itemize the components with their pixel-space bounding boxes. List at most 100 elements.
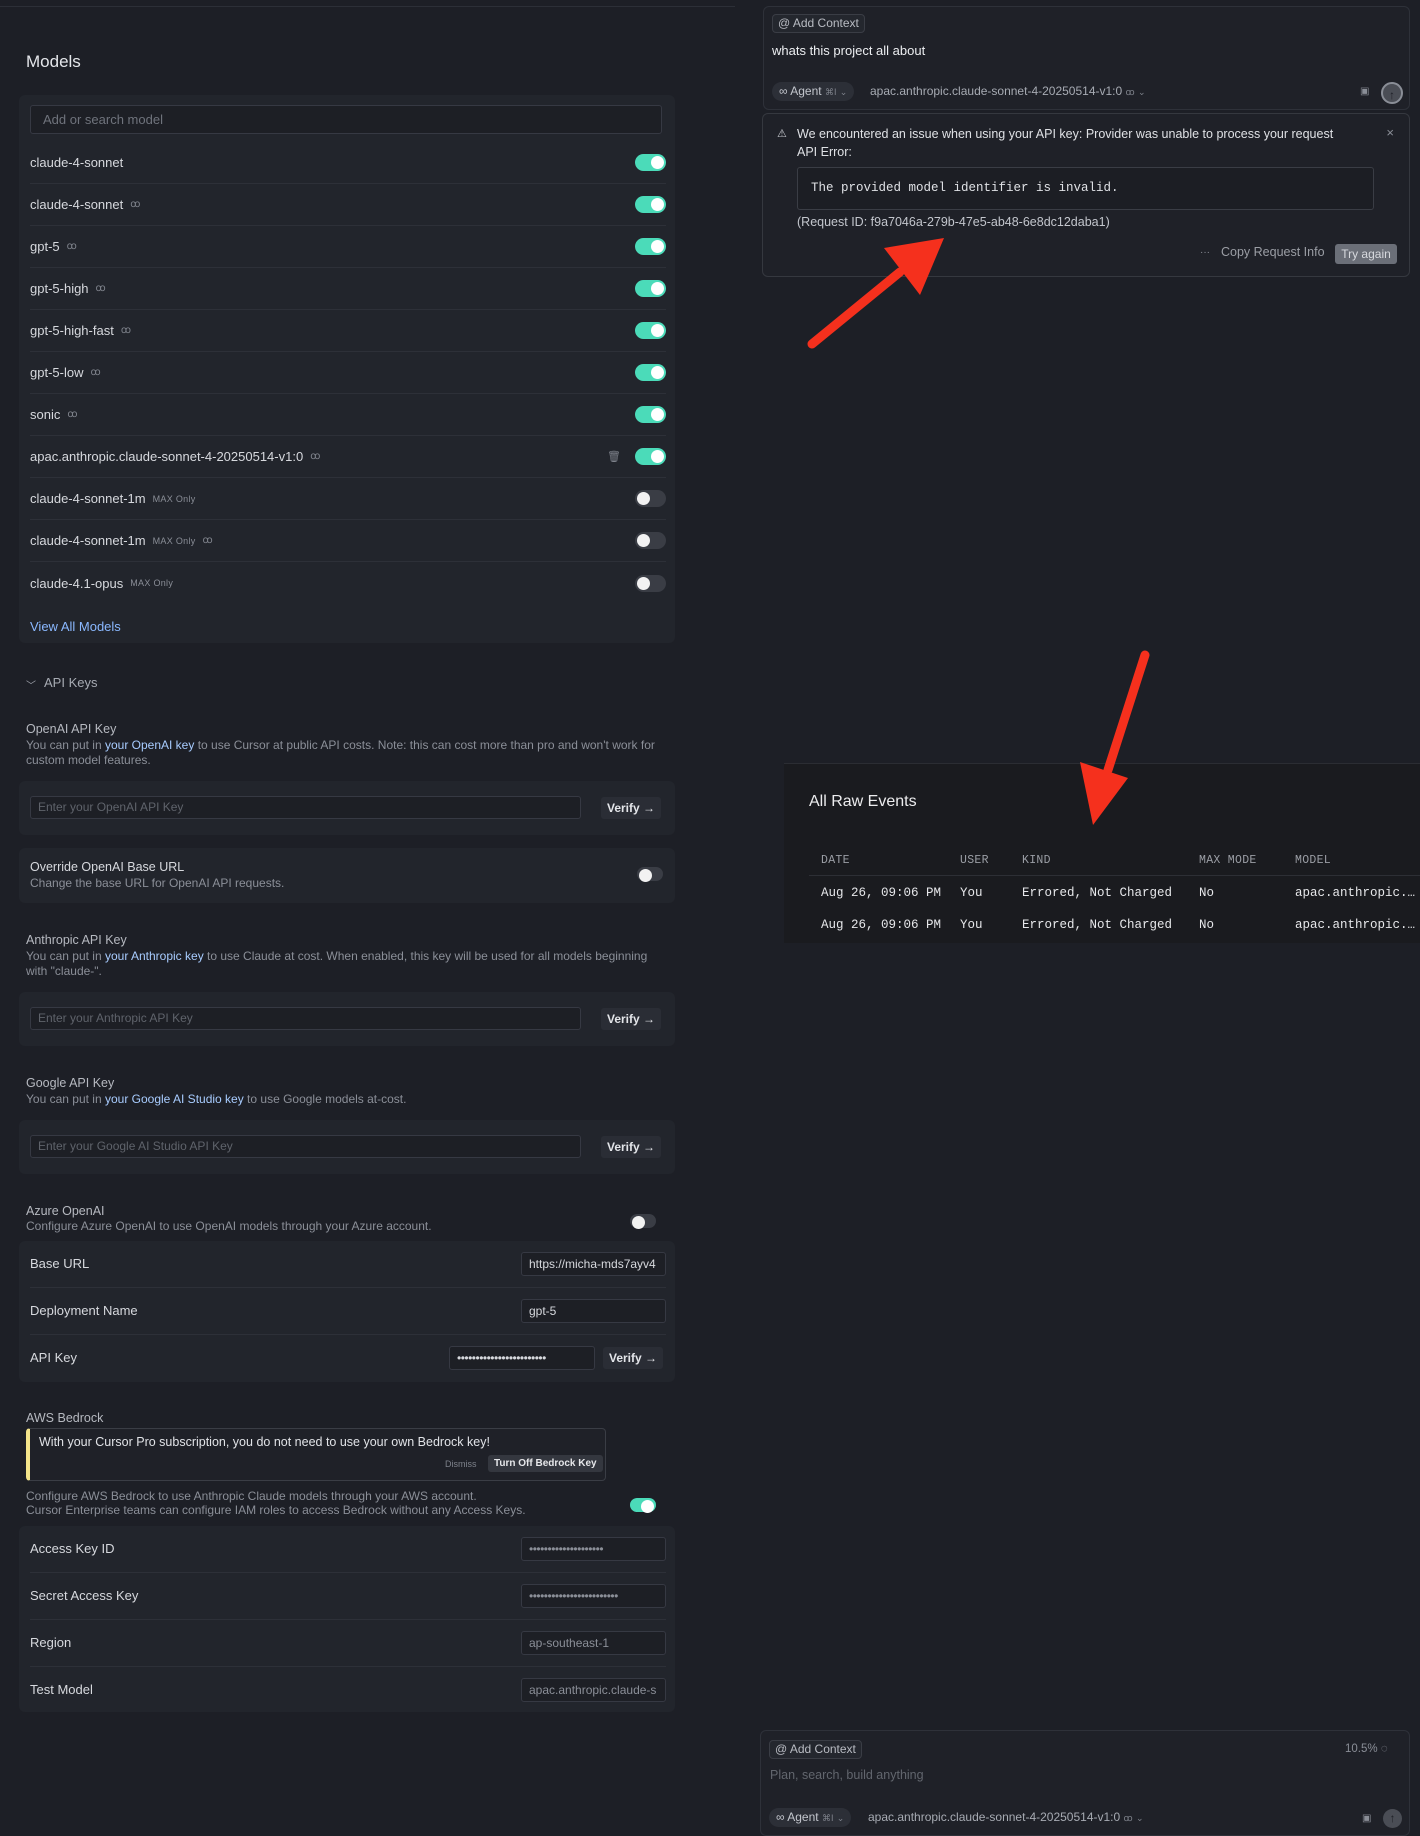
model-toggle[interactable] — [635, 574, 666, 592]
image-icon[interactable]: ▣ — [1362, 1813, 1371, 1824]
send-button[interactable]: ↑ — [1383, 1809, 1402, 1828]
cell-date: Aug 26, 09:06 PM — [821, 918, 942, 932]
azure-toggle[interactable] — [630, 1214, 656, 1229]
google-key-link[interactable]: your Google AI Studio key — [105, 1092, 244, 1106]
model-toggle[interactable] — [635, 490, 666, 507]
close-icon[interactable]: × — [1386, 125, 1394, 140]
model-row[interactable]: claude-4-sonnet ꝏ — [30, 184, 666, 226]
model-search-input[interactable]: Add or search model — [30, 105, 662, 134]
region-label: Region — [30, 1635, 72, 1650]
override-base-url-title: Override OpenAI Base URL — [30, 860, 185, 874]
model-toggle[interactable] — [635, 532, 666, 549]
brain-icon: ꝏ — [310, 451, 321, 462]
model-name: sonic — [30, 407, 61, 422]
api-keys-section-label[interactable]: API Keys — [44, 675, 97, 690]
anthropic-key-desc: You can put in your Anthropic key to use… — [26, 949, 648, 978]
model-toggle[interactable] — [635, 238, 666, 255]
warning-icon: ⚠ — [777, 128, 787, 140]
openai-key-input[interactable]: Enter your OpenAI API Key — [30, 796, 581, 819]
agent-shortcut: ⌘I — [821, 1813, 834, 1823]
model-row[interactable]: gpt-5 ꝏ — [30, 226, 666, 268]
test-model-input[interactable]: apac.anthropic.claude-s — [521, 1678, 666, 1702]
brain-icon: ꝏ — [1123, 1813, 1133, 1823]
azure-api-key-input[interactable]: •••••••••••••••••••••••• — [449, 1346, 595, 1370]
chat-input-placeholder[interactable]: Plan, search, build anything — [770, 1768, 924, 1782]
test-model-row: Test Model apac.anthropic.claude-s — [30, 1667, 666, 1714]
override-base-url-card: Override OpenAI Base URL Change the base… — [19, 848, 675, 903]
context-usage-value: 10.5% — [1345, 1743, 1378, 1755]
col-max-mode: MAX MODE — [1199, 854, 1257, 867]
model-toggle[interactable] — [635, 448, 666, 465]
cell-user: You — [960, 918, 983, 932]
model-row[interactable]: sonic ꝏ — [30, 394, 666, 436]
bedrock-notice: With your Cursor Pro subscription, you d… — [26, 1428, 606, 1481]
error-api-label: API Error: — [797, 145, 852, 159]
model-row[interactable]: claude-4-sonnet-1m MAX Only ꝏ — [30, 520, 666, 562]
bedrock-desc-2: Cursor Enterprise teams can configure IA… — [26, 1503, 526, 1517]
google-verify-button[interactable]: Verify → — [601, 1136, 661, 1158]
try-again-button[interactable]: Try again — [1335, 244, 1397, 264]
turn-off-bedrock-button[interactable]: Turn Off Bedrock Key — [488, 1455, 603, 1472]
anthropic-key-input[interactable]: Enter your Anthropic API Key — [30, 1007, 581, 1030]
chevron-down-icon[interactable]: ﹀ — [26, 677, 36, 692]
google-key-input[interactable]: Enter your Google AI Studio API Key — [30, 1135, 581, 1158]
add-context-chip[interactable]: @ Add Context — [769, 1740, 862, 1759]
openai-key-link[interactable]: your OpenAI key — [105, 738, 194, 752]
model-selector[interactable]: apac.anthropic.claude-sonnet-4-20250514-… — [870, 84, 1146, 98]
secret-key-input[interactable]: •••••••••••••••••••••••• — [521, 1584, 666, 1608]
model-row[interactable]: gpt-5-high-fast ꝏ — [30, 310, 666, 352]
model-selector-label: apac.anthropic.claude-sonnet-4-20250514-… — [868, 1810, 1121, 1824]
openai-verify-button[interactable]: Verify → — [601, 797, 661, 819]
brain-icon: ꝏ — [130, 199, 141, 210]
models-card: Add or search model claude-4-sonnet claud… — [19, 95, 675, 643]
model-row[interactable]: claude-4-sonnet-1m MAX Only — [30, 478, 666, 520]
anthropic-key-link[interactable]: your Anthropic key — [105, 949, 204, 963]
agent-mode-chip[interactable]: ∞ Agent ⌘I ⌄ — [769, 1808, 852, 1827]
cell-max-mode: No — [1199, 886, 1215, 900]
bedrock-dismiss-button[interactable]: Dismiss — [445, 1459, 477, 1469]
override-base-url-toggle[interactable] — [637, 867, 663, 882]
openai-key-card: Enter your OpenAI API Key Verify → — [19, 781, 675, 835]
model-row[interactable]: claude-4.1-opus MAX Only — [30, 562, 666, 604]
azure-base-url-input[interactable]: https://micha-mds7ayv4 — [521, 1252, 666, 1276]
chevron-down-icon: ⌄ — [836, 1813, 845, 1823]
model-row[interactable]: apac.anthropic.claude-sonnet-4-20250514-… — [30, 436, 666, 478]
model-row[interactable]: gpt-5-high ꝏ — [30, 268, 666, 310]
azure-desc: Configure Azure OpenAI to use OpenAI mod… — [26, 1219, 432, 1233]
model-toggle[interactable] — [635, 364, 666, 381]
add-context-chip[interactable]: @ Add Context — [772, 14, 865, 33]
model-toggle[interactable] — [635, 322, 666, 339]
access-key-input[interactable]: •••••••••••••••••••• — [521, 1537, 666, 1561]
model-name: claude-4-sonnet — [30, 155, 124, 170]
send-button[interactable]: ↑ — [1381, 82, 1403, 104]
model-name: claude-4-sonnet-1m — [30, 533, 146, 548]
copy-request-info-button[interactable]: Copy Request Info — [1221, 245, 1325, 259]
cell-user: You — [960, 886, 983, 900]
brain-icon: ꝏ — [202, 535, 213, 546]
model-toggle[interactable] — [635, 406, 666, 423]
azure-card: Base URL https://micha-mds7ayv4 Deployme… — [19, 1241, 675, 1382]
error-message: We encountered an issue when using your … — [797, 127, 1334, 141]
model-toggle[interactable] — [635, 196, 666, 213]
bedrock-toggle[interactable] — [630, 1498, 656, 1513]
brain-icon: ꝏ — [66, 241, 77, 252]
model-selector[interactable]: apac.anthropic.claude-sonnet-4-20250514-… — [868, 1810, 1144, 1824]
chat-message[interactable]: whats this project all about — [772, 43, 925, 58]
azure-deployment-row: Deployment Name gpt-5 — [30, 1288, 666, 1335]
google-key-title: Google API Key — [26, 1076, 115, 1090]
view-all-models-link[interactable]: View All Models — [30, 619, 121, 634]
model-name: apac.anthropic.claude-sonnet-4-20250514-… — [30, 449, 304, 464]
anthropic-verify-button[interactable]: Verify → — [601, 1008, 661, 1030]
region-input[interactable]: ap-southeast-1 — [521, 1631, 666, 1655]
model-row[interactable]: gpt-5-low ꝏ — [30, 352, 666, 394]
col-date: DATE — [821, 854, 850, 867]
more-options-icon[interactable]: ··· — [1200, 247, 1210, 258]
model-toggle[interactable] — [635, 154, 666, 171]
agent-mode-chip[interactable]: ∞ Agent ⌘I ⌄ — [772, 82, 855, 101]
image-icon[interactable]: ▣ — [1360, 86, 1369, 97]
trash-icon[interactable]: 🗑 — [607, 450, 621, 463]
model-toggle[interactable] — [635, 280, 666, 297]
azure-deployment-input[interactable]: gpt-5 — [521, 1299, 666, 1323]
model-row[interactable]: claude-4-sonnet — [30, 142, 666, 184]
azure-verify-button[interactable]: Verify → — [603, 1347, 663, 1369]
